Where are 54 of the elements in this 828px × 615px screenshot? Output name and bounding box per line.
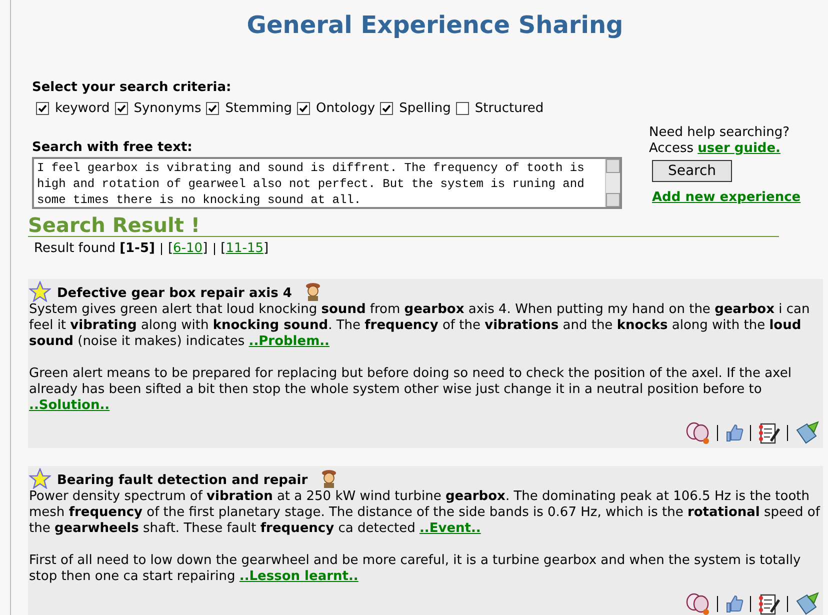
checkbox-label: keyword [55,100,110,118]
thumbs-up-icon[interactable] [724,594,744,614]
result-paragraph: System gives green alert that loud knocking sound from gearbox axis 4. When putting my hand on the gearbox i can feel it vibrating along with knocking sound. The frequency of the vibrations and the knocks along with the loud sound (noise it makes) indicates ..Problem.. [29,302,811,350]
detail-link[interactable]: ..Lesson learnt.. [239,568,358,584]
bracket: [ [120,240,126,258]
page-link[interactable]: 11-15 [226,240,264,258]
star-icon [29,468,51,488]
person-icon [304,282,322,302]
page-title: General Experience Sharing [246,10,624,40]
page-link[interactable]: 6-10 [173,240,203,258]
tag-pen-icon[interactable] [794,590,820,615]
bracket: [ [220,240,226,258]
help-text: Need help searching? [649,124,791,140]
checkbox[interactable] [456,102,469,116]
result-paragraph: Power density spectrum of vibration at a 250 kW wind turbine gearbox. The dominating peak at 106.5 Hz is the tooth mesh frequency of the first planetary stage. The distance of the side bands is 0.67 Hz, which is the rotational speed of the gearwheels shaft. These fault frequency ca detected ..Event.. [29,488,822,536]
checkbox-label: Synonyms [134,100,202,118]
bracket: ] [202,240,208,258]
checkbox[interactable] [36,102,49,116]
page-link[interactable]: 1-5 [126,240,150,258]
checkbox-label: Structured [474,100,544,118]
star-icon [29,280,51,302]
search-button[interactable]: Search [652,160,732,182]
free-text-area[interactable]: I feel gearbox is vibrating and sound is diffrent. The frequency of tooth is high and rotation of gearweel also not perfect. But the system is runing and some times there is no knocking sound at all. [32,156,622,208]
masks-icon[interactable] [685,420,711,444]
checkbox-label: Stemming [225,100,292,118]
detail-link[interactable]: ..Solution.. [29,398,110,412]
person-icon [320,468,338,488]
checkbox-label: Ontology [316,100,376,118]
notepad-icon[interactable] [757,420,781,444]
bracket: ] [264,240,269,258]
result-paragraph: Green alert means to be prepared for replacing but before doing so need to check the position of the axel. If the axel already has been sifted a bit then stop the whole system other wise just change it in a neutral position before to ..Solution.. [29,366,792,414]
checkbox-label: Spelling [399,100,451,118]
checkbox[interactable] [380,102,394,116]
result-paragraph: First of all need to low down the gearwheel and be more careful, it is a turbine gearbox and when the system is totally stop then one ca start repairing ..Lesson learnt.. [29,552,802,584]
criteria-label: Select your search criteria: [32,80,232,96]
tag-pen-icon[interactable] [794,420,820,446]
result-title[interactable]: Bearing fault detection and repair [57,472,308,488]
checkbox[interactable] [206,102,220,116]
bracket: [ [168,240,174,258]
result-title[interactable]: Defective gear box repair axis 4 [57,286,292,302]
notepad-icon[interactable] [757,592,781,615]
free-text-label: Search with free text: [32,138,194,156]
masks-icon[interactable] [685,592,711,615]
user-guide-link[interactable]: user guide. [698,140,780,156]
detail-link[interactable]: ..Event.. [419,520,481,536]
thumbs-up-icon[interactable] [724,422,744,442]
result-count-label: Result found [34,240,116,258]
bracket: ] [149,240,155,258]
add-experience-link[interactable]: Add new experience [652,188,801,207]
help-access-text: Access user guide. [649,140,782,156]
results-heading: Search Result ! [28,214,201,236]
checkbox[interactable] [297,102,310,116]
checkbox[interactable] [114,102,128,116]
detail-link[interactable]: ..Problem.. [248,334,330,348]
